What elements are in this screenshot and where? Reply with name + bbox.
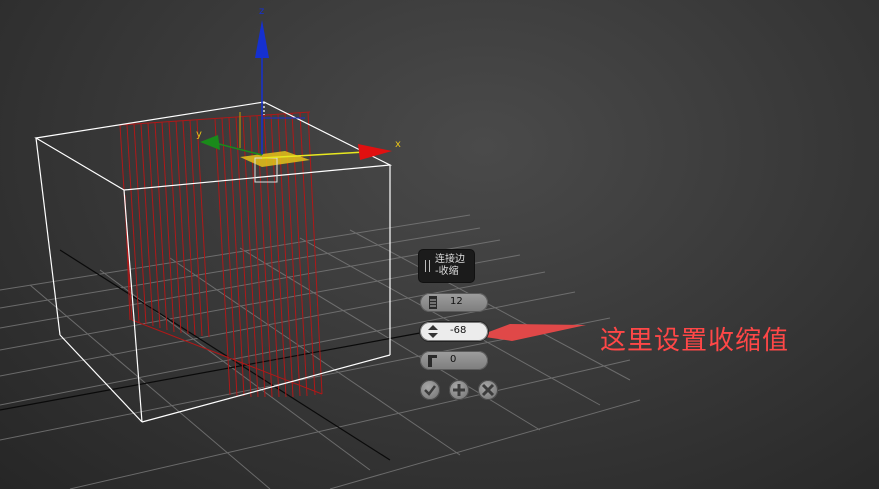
cancel-button[interactable] [478, 380, 498, 400]
gizmo-x-label: x [395, 139, 401, 150]
ok-button[interactable] [420, 380, 440, 400]
gizmo-z-label: z [259, 6, 264, 17]
checkmark-icon [424, 385, 436, 396]
box-wireframe [34, 101, 393, 423]
apply-and-continue-button[interactable] [449, 380, 469, 400]
pinch-value[interactable]: -68 [450, 325, 466, 336]
gizmo-y-label: y [196, 129, 202, 140]
scene-canvas[interactable]: x y z [0, 0, 879, 489]
selected-face[interactable] [240, 151, 310, 167]
annotation-arrow [478, 324, 586, 341]
plus-icon [453, 384, 465, 396]
world-axis-lines [0, 249, 421, 461]
caddy-title-line1: 连接边 [435, 254, 465, 265]
close-icon [481, 383, 495, 397]
segments-value[interactable]: 12 [450, 296, 463, 307]
pinch-field[interactable]: -68 [420, 322, 488, 341]
transform-gizmo[interactable] [200, 20, 392, 160]
slide-field[interactable]: 0 [420, 351, 488, 370]
pinch-icon [428, 325, 438, 338]
caddy-title-line2: -收缩 [435, 266, 459, 277]
viewport-perspective[interactable]: x y z 连接边 -收缩 12 -68 0 这里设置收缩值 [0, 0, 879, 489]
slide-value[interactable]: 0 [450, 354, 456, 365]
segments-icon [429, 296, 437, 309]
caddy-title-bar[interactable]: 连接边 -收缩 [419, 250, 474, 282]
segments-field[interactable]: 12 [420, 293, 488, 312]
slide-icon [428, 355, 437, 367]
annotation-text: 这里设置收缩值 [600, 326, 790, 356]
drag-handle-icon[interactable] [425, 260, 430, 272]
